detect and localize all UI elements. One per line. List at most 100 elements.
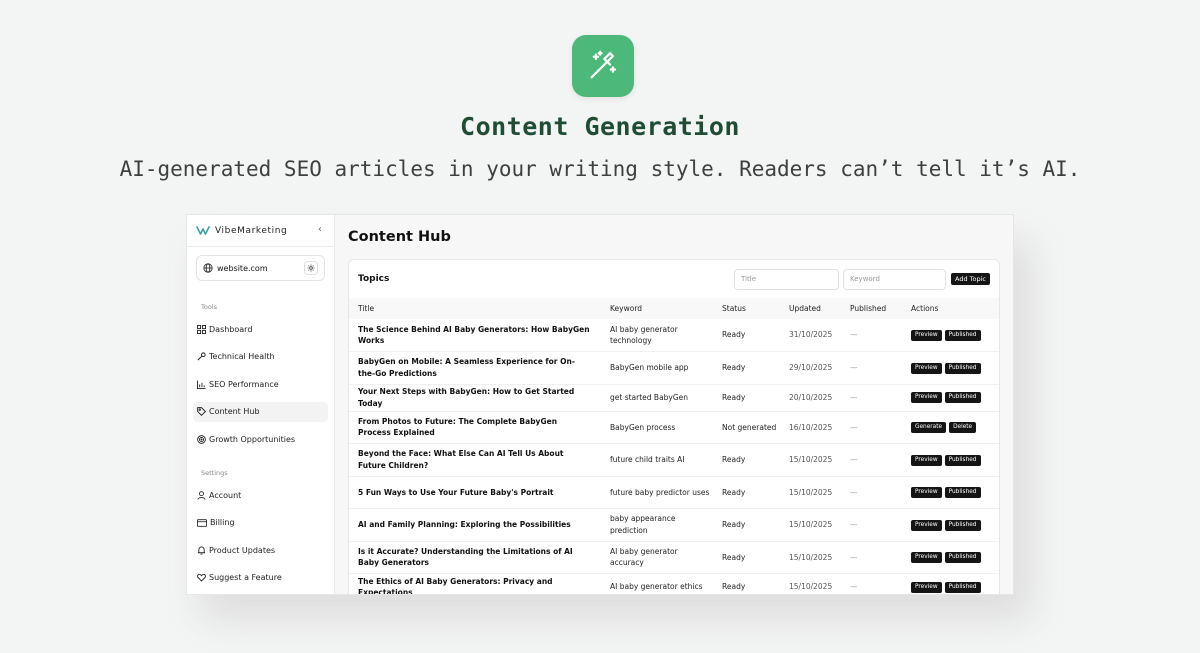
hero-title: Content Generation — [460, 112, 740, 141]
column-header-keyword[interactable]: Keyword — [601, 298, 713, 319]
table-row[interactable]: BabyGen on Mobile: A Seamless Experience… — [349, 351, 999, 385]
row-updated: 15/10/2025 — [780, 476, 841, 509]
row-actions: Preview Published — [902, 319, 999, 352]
topics-heading: Topics — [358, 274, 390, 284]
sidebar-item-label: Technical Health — [209, 352, 275, 361]
row-keyword: BabyGen mobile app — [601, 351, 713, 385]
preview-button[interactable]: Preview — [911, 329, 942, 341]
row-published: — — [841, 319, 902, 352]
published-badge[interactable]: Published — [944, 454, 981, 466]
row-updated: 15/10/2025 — [780, 443, 841, 477]
sidebar-item-suggest-a-feature[interactable]: Suggest a Feature — [193, 568, 328, 588]
row-status: Ready — [713, 443, 780, 477]
site-selector[interactable]: website.com — [196, 255, 325, 281]
row-updated: 20/10/2025 — [780, 384, 841, 412]
row-updated: 15/10/2025 — [780, 573, 841, 594]
sidebar-item-product-updates[interactable]: Product Updates — [193, 540, 328, 560]
row-published: — — [841, 508, 902, 542]
row-keyword: AI baby generator accuracy — [601, 541, 713, 574]
collapse-sidebar-icon[interactable]: ‹ — [318, 224, 322, 235]
preview-button[interactable]: Preview — [911, 392, 942, 404]
table-row[interactable]: AI and Family Planning: Exploring the Po… — [349, 508, 999, 542]
column-header-title[interactable]: Title — [349, 298, 601, 319]
preview-button[interactable]: Preview — [911, 552, 942, 563]
row-updated: 16/10/2025 — [780, 411, 841, 444]
row-title: Is it Accurate? Understanding the Limita… — [349, 541, 601, 574]
table-row[interactable]: Beyond the Face: What Else Can AI Tell U… — [349, 443, 999, 477]
published-badge[interactable]: Published — [944, 362, 981, 374]
sidebar-item-billing[interactable]: Billing — [193, 513, 328, 533]
site-name: website.com — [217, 263, 268, 273]
column-header-actions: Actions — [902, 298, 999, 319]
settings-label: Settings — [201, 469, 228, 477]
sidebar-item-seo-performance[interactable]: SEO Performance — [193, 374, 328, 394]
published-badge[interactable]: Published — [944, 519, 981, 531]
published-badge[interactable]: Published — [944, 392, 981, 404]
row-status: Ready — [713, 384, 780, 412]
preview-button[interactable]: Preview — [911, 362, 942, 374]
row-keyword: AI baby generator ethics — [601, 573, 713, 594]
row-title: From Photos to Future: The Complete Baby… — [349, 411, 601, 444]
preview-button[interactable]: Preview — [911, 487, 942, 498]
row-published: — — [841, 351, 902, 385]
target-icon — [197, 434, 206, 444]
sidebar-item-technical-health[interactable]: Technical Health — [193, 347, 328, 367]
delete-button[interactable]: Delete — [949, 422, 977, 433]
sidebar-item-label: Dashboard — [209, 324, 253, 334]
row-actions: Preview Published — [902, 443, 999, 477]
generate-button[interactable]: Generate — [911, 422, 947, 433]
table-row[interactable]: The Ethics of AI Baby Generators: Privac… — [349, 573, 999, 594]
row-keyword: future child traits AI — [601, 443, 713, 477]
sidebar-item-content-hub[interactable]: Content Hub — [193, 401, 328, 422]
table-row[interactable]: From Photos to Future: The Complete Baby… — [349, 411, 999, 444]
published-badge[interactable]: Published — [944, 329, 981, 341]
table-row[interactable]: Is it Accurate? Understanding the Limita… — [349, 541, 999, 574]
row-status: Ready — [713, 351, 780, 385]
row-status: Ready — [713, 476, 780, 509]
row-status: Ready — [713, 319, 780, 352]
column-header-status[interactable]: Status — [713, 298, 780, 319]
sidebar-item-label: Product Updates — [209, 545, 276, 555]
sidebar-item-dashboard[interactable]: Dashboard — [193, 319, 328, 339]
card-icon — [197, 518, 207, 527]
topics-header: Topics Add Topic — [349, 260, 999, 298]
brand-name: VibeMarketing — [215, 225, 288, 236]
row-title: The Science Behind AI Baby Generators: H… — [349, 319, 601, 352]
preview-button[interactable]: Preview — [911, 519, 942, 531]
row-published: — — [841, 476, 902, 509]
published-badge[interactable]: Published — [944, 487, 981, 498]
table-row[interactable]: 5 Fun Ways to Use Your Future Baby's Por… — [349, 476, 999, 509]
add-topic-button[interactable]: Add Topic — [951, 273, 990, 285]
row-updated: 31/10/2025 — [780, 319, 841, 352]
gear-icon[interactable] — [304, 261, 318, 275]
row-updated: 15/10/2025 — [780, 508, 841, 542]
hero-subtitle: AI-generated SEO articles in your writin… — [119, 157, 1081, 181]
table-row[interactable]: Your Next Steps with BabyGen: How to Get… — [349, 384, 999, 412]
sidebar-item-account[interactable]: Account — [193, 485, 328, 505]
published-badge[interactable]: Published — [944, 581, 981, 593]
title-input[interactable] — [734, 268, 839, 290]
sidebar-item-label: Content Hub — [209, 407, 260, 416]
row-actions: Preview Published — [902, 384, 999, 412]
column-header-published[interactable]: Published — [841, 298, 902, 319]
row-keyword: future baby predictor uses — [601, 476, 713, 509]
tools-nav: Dashboard Technical Health SEO Performan… — [187, 319, 334, 449]
preview-button[interactable]: Preview — [911, 454, 942, 466]
sidebar-item-label: Account — [209, 490, 242, 500]
published-badge[interactable]: Published — [944, 552, 981, 563]
tools-label: Tools — [201, 303, 218, 311]
topics-card: Topics Add Topic Title Keyword Status Up… — [348, 259, 1000, 594]
sidebar-item-growth-opportunities[interactable]: Growth Opportunities — [193, 429, 328, 449]
table-row[interactable]: The Science Behind AI Baby Generators: H… — [349, 319, 999, 352]
topics-table: Title Keyword Status Updated Published A… — [349, 298, 999, 594]
column-header-updated[interactable]: Updated — [780, 298, 841, 319]
row-title: BabyGen on Mobile: A Seamless Experience… — [349, 351, 601, 385]
keyword-input[interactable] — [843, 268, 946, 290]
row-keyword: AI baby generator technology — [601, 319, 713, 352]
table-header-row: Title Keyword Status Updated Published A… — [349, 298, 999, 319]
row-published: — — [841, 384, 902, 412]
preview-button[interactable]: Preview — [911, 581, 942, 593]
globe-icon — [203, 263, 213, 273]
brand[interactable]: VibeMarketing — [187, 215, 334, 247]
row-actions: Preview Published — [902, 508, 999, 542]
